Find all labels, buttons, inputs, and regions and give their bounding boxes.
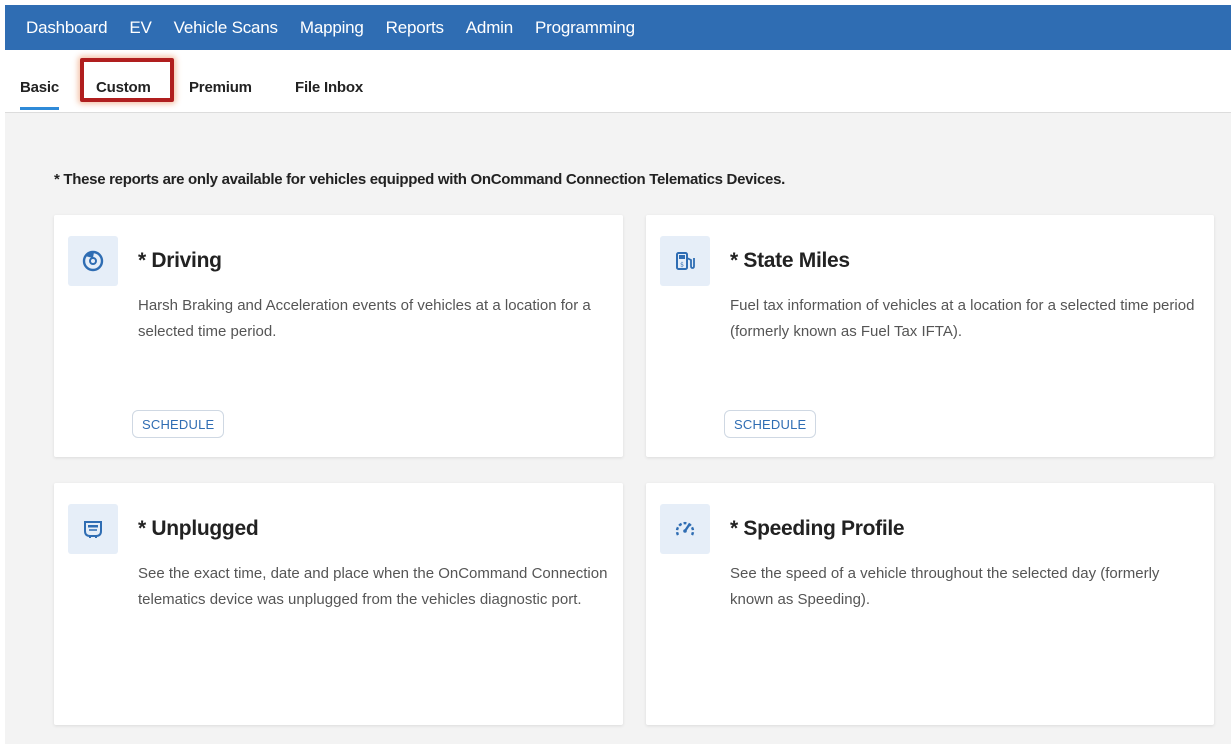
speedometer-icon bbox=[660, 504, 710, 554]
custom-tab-highlight bbox=[80, 58, 174, 102]
nav-item-ev[interactable]: EV bbox=[129, 18, 151, 38]
svg-text:$: $ bbox=[680, 262, 684, 269]
card-description: Fuel tax information of vehicles at a lo… bbox=[730, 297, 1195, 340]
driving-icon bbox=[68, 236, 118, 286]
card-title: * Unplugged bbox=[138, 517, 259, 540]
sub-navigation: Basic Custom Premium File Inbox bbox=[5, 50, 1231, 113]
nav-item-programming[interactable]: Programming bbox=[535, 18, 635, 38]
nav-item-admin[interactable]: Admin bbox=[466, 18, 513, 38]
card-description: See the exact time, date and place when … bbox=[138, 565, 608, 608]
fuel-pump-icon: $ bbox=[660, 236, 710, 286]
report-card-speeding-profile[interactable]: * Speeding Profile See the speed of a ve… bbox=[646, 483, 1214, 725]
app-frame: Dashboard EV Vehicle Scans Mapping Repor… bbox=[5, 5, 1231, 744]
card-description: See the speed of a vehicle throughout th… bbox=[730, 565, 1160, 608]
nav-item-reports[interactable]: Reports bbox=[386, 18, 444, 38]
tab-file-inbox[interactable]: File Inbox bbox=[295, 50, 363, 112]
report-card-driving[interactable]: * Driving Harsh Braking and Acceleration… bbox=[54, 215, 623, 457]
card-title: * State Miles bbox=[730, 249, 850, 272]
nav-item-dashboard[interactable]: Dashboard bbox=[26, 18, 108, 38]
report-card-unplugged[interactable]: * Unplugged See the exact time, date and… bbox=[54, 483, 623, 725]
telematics-notice: * These reports are only available for v… bbox=[54, 171, 786, 188]
device-plug-icon bbox=[68, 504, 118, 554]
schedule-button[interactable]: SCHEDULE bbox=[132, 410, 225, 438]
tab-basic[interactable]: Basic bbox=[20, 50, 59, 112]
nav-item-mapping[interactable]: Mapping bbox=[300, 18, 364, 38]
tab-premium[interactable]: Premium bbox=[189, 50, 252, 112]
card-title: * Driving bbox=[138, 249, 222, 272]
card-title: * Speeding Profile bbox=[730, 517, 905, 540]
report-card-state-miles[interactable]: $ * State Miles Fuel tax information of … bbox=[646, 215, 1214, 457]
nav-item-vehicle-scans[interactable]: Vehicle Scans bbox=[174, 18, 278, 38]
schedule-button[interactable]: SCHEDULE bbox=[724, 410, 817, 438]
top-navigation: Dashboard EV Vehicle Scans Mapping Repor… bbox=[5, 5, 1231, 50]
card-description: Harsh Braking and Acceleration events of… bbox=[138, 297, 591, 340]
